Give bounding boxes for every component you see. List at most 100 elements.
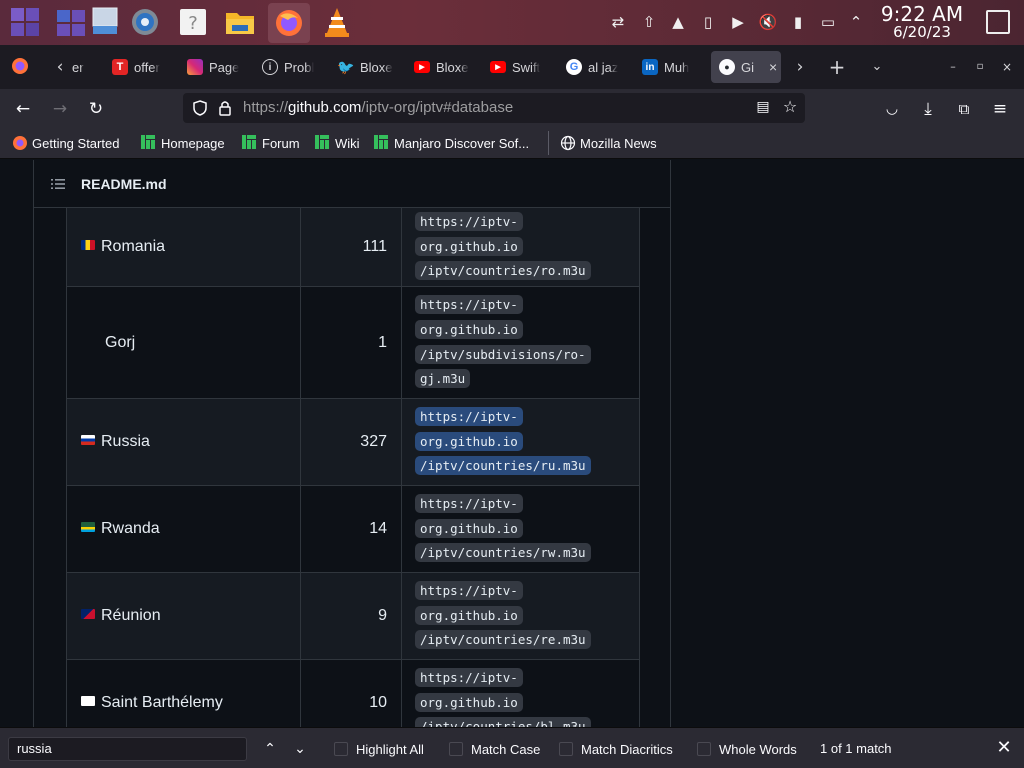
find-previous-icon[interactable]: ⌃ [260, 738, 280, 760]
find-next-icon[interactable]: ⌄ [290, 738, 310, 760]
playlist-url[interactable]: https://iptv-org.github.io/iptv/countrie… [415, 404, 595, 480]
outline-list-icon[interactable] [50, 176, 66, 192]
url-line[interactable]: /iptv/countries/ru.m3u [415, 456, 591, 476]
whole-words-checkbox[interactable]: Whole Words [697, 740, 797, 758]
scroll-tabs-left-icon[interactable]: ‹ [50, 57, 70, 77]
vlc-tray-icon[interactable]: ▲ [668, 12, 688, 32]
reload-icon[interactable]: ↻ [85, 98, 107, 120]
firefox-icon[interactable] [268, 3, 310, 43]
minimize-window-icon[interactable]: – [943, 57, 963, 77]
help-icon[interactable]: ? [176, 5, 210, 39]
file-manager-icon[interactable] [223, 5, 257, 39]
expand-tray-icon[interactable]: ⌃ [846, 12, 866, 32]
match-case-checkbox[interactable]: Match Case [449, 740, 540, 758]
scroll-tabs-right-icon[interactable]: › [790, 57, 810, 77]
url-line[interactable]: /iptv/countries/rw.m3u [415, 543, 591, 563]
clock-date[interactable]: 6/20/23 [872, 23, 972, 41]
playlist-url[interactable]: https://iptv-org.github.io/iptv/countrie… [415, 665, 595, 727]
tab[interactable]: in Muh [642, 51, 702, 83]
show-desktop-button[interactable] [986, 10, 1010, 34]
tab[interactable]: ▶ Bloxe [414, 51, 474, 83]
url-line[interactable]: https://iptv- [415, 668, 523, 688]
workspaces-icon[interactable] [54, 5, 88, 39]
tab-label: offer [134, 59, 160, 75]
tab[interactable]: 🐦 Bloxe [338, 51, 398, 83]
url-line[interactable]: org.github.io [415, 236, 523, 256]
kde-connect-icon[interactable]: ⇄ [608, 12, 628, 32]
close-tab-icon[interactable]: × [769, 59, 777, 75]
url-line[interactable]: https://iptv- [415, 494, 523, 514]
match-diacritics-checkbox[interactable]: Match Diacritics [559, 740, 673, 758]
app-grid-icon[interactable] [8, 5, 42, 39]
reader-view-icon[interactable]: ▤ [753, 97, 773, 117]
pocket-icon[interactable]: ◡ [881, 98, 903, 120]
url-line[interactable]: gj.m3u [415, 369, 471, 389]
readme-title[interactable]: README.md [81, 176, 167, 192]
bookmark-getting-started[interactable]: Getting Started [12, 134, 119, 152]
url-line[interactable]: /iptv/subdivisions/ro- [415, 344, 591, 364]
menu-icon[interactable]: ≡ [989, 98, 1011, 120]
bookmark-manjaro-discover[interactable]: Manjaro Discover Sof... [374, 134, 529, 152]
downloads-icon[interactable]: ⤓ [917, 98, 939, 120]
url-line[interactable]: https://iptv- [415, 407, 523, 427]
tab[interactable]: ▶ Swift [490, 51, 550, 83]
tab[interactable]: Page [187, 51, 247, 83]
highlight-all-checkbox[interactable]: Highlight All [334, 740, 424, 758]
url-line[interactable]: https://iptv- [415, 295, 523, 315]
twitter-icon: 🐦 [338, 58, 355, 75]
firefox-view-icon[interactable] [10, 57, 30, 77]
checkbox[interactable] [559, 742, 573, 756]
playlist-url[interactable]: https://iptv-org.github.io/iptv/countrie… [415, 578, 595, 654]
back-icon[interactable]: ← [12, 98, 34, 120]
desktop-icon[interactable] [88, 5, 122, 39]
clipboard-icon[interactable]: ▯ [698, 12, 718, 32]
updates-icon[interactable]: ⇧ [639, 12, 659, 32]
bookmark-wiki[interactable]: Wiki [315, 134, 360, 152]
vlc-icon[interactable] [320, 5, 354, 39]
find-input[interactable]: russia [8, 737, 247, 761]
tab[interactable]: T offer [112, 51, 174, 83]
bookmark-forum[interactable]: Forum [242, 134, 300, 152]
tab[interactable]: er [72, 51, 102, 83]
url-line[interactable]: /iptv/countries/ro.m3u [415, 261, 591, 281]
url-line[interactable]: /iptv/countries/bl.m3u [415, 717, 591, 727]
bookmark-star-icon[interactable]: ☆ [780, 97, 800, 117]
playlist-url[interactable]: https://iptv-org.github.io/iptv/subdivis… [415, 292, 595, 392]
url-line[interactable]: /iptv/countries/re.m3u [415, 630, 591, 650]
new-tab-icon[interactable]: + [827, 57, 847, 77]
url-line[interactable]: org.github.io [415, 431, 523, 451]
tab-label: Muh [664, 59, 690, 75]
display-icon[interactable]: ▭ [818, 12, 838, 32]
tab-active[interactable]: ● Gi × [711, 51, 781, 83]
maximize-window-icon[interactable]: ▫ [970, 57, 990, 77]
firefox-icon [13, 136, 27, 150]
tab[interactable]: i Probl [262, 51, 322, 83]
tab[interactable]: G al jaz [566, 51, 628, 83]
bookmark-homepage[interactable]: Homepage [141, 134, 225, 152]
url-line[interactable]: org.github.io [415, 605, 523, 625]
battery-icon[interactable]: ▮ [788, 12, 808, 32]
lock-icon[interactable] [218, 100, 232, 116]
list-all-tabs-icon[interactable]: ⌄ [867, 57, 887, 77]
url-line[interactable]: https://iptv- [415, 581, 523, 601]
url-text[interactable]: https://github.com/iptv-org/iptv#databas… [243, 99, 513, 116]
tracking-protection-icon[interactable] [192, 100, 208, 116]
forward-icon[interactable]: → [49, 98, 71, 120]
bookmark-mozilla-news[interactable]: Mozilla News [560, 134, 657, 152]
playlist-url[interactable]: https://iptv-org.github.io/iptv/countrie… [415, 491, 595, 567]
system-settings-icon[interactable] [128, 5, 162, 39]
url-line[interactable]: org.github.io [415, 319, 523, 339]
close-window-icon[interactable]: × [997, 57, 1017, 77]
url-line[interactable]: https://iptv- [415, 212, 523, 232]
checkbox[interactable] [449, 742, 463, 756]
extensions-icon[interactable]: ⧉ [953, 98, 975, 120]
playlist-url[interactable]: https://iptv-org.github.io/iptv/countrie… [415, 209, 595, 285]
close-find-bar-icon[interactable]: ✕ [994, 738, 1014, 758]
url-bar[interactable]: https://github.com/iptv-org/iptv#databas… [183, 93, 805, 123]
media-player-icon[interactable]: ▶ [728, 12, 748, 32]
url-line[interactable]: org.github.io [415, 518, 523, 538]
checkbox[interactable] [334, 742, 348, 756]
url-line[interactable]: org.github.io [415, 692, 523, 712]
checkbox[interactable] [697, 742, 711, 756]
volume-muted-icon[interactable]: 🔇 [758, 12, 778, 32]
